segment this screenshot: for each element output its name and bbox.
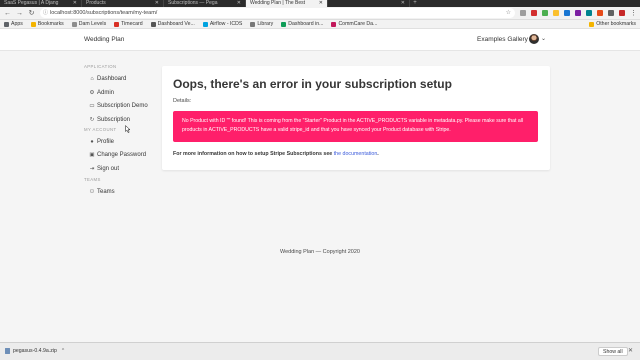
profile-icon[interactable] [619,10,625,16]
documentation-link[interactable]: the documentation [334,151,378,157]
extension-icon[interactable] [520,10,526,16]
bookmark-dashboard-ve[interactable]: Dashboard Ve... [150,21,195,27]
sidebar-item-subscription[interactable]: ↻ Subscription [84,113,159,127]
tab-title: Subscriptions — Pega [168,0,218,6]
browser-tab[interactable]: Products ✕ [82,0,164,7]
extension-icon[interactable] [586,10,592,16]
extension-icon[interactable] [564,10,570,16]
page-icon [250,21,256,27]
reload-icon[interactable]: ↻ [28,9,35,17]
sheet-icon [281,21,287,27]
page-icon [71,21,77,27]
bookmark-dam-levels[interactable]: Dam Levels [71,21,106,27]
browser-tab[interactable]: Subscriptions — Pega ✕ [164,0,246,7]
chevron-up-icon[interactable]: ^ [62,348,64,354]
star-icon [30,21,36,27]
sidebar-item-subscription-demo[interactable]: ▭ Subscription Demo [84,99,159,113]
extension-icon[interactable] [575,10,581,16]
tab-title: SaaS Pegasus | A Djang [4,0,59,6]
sidebar-item-dashboard[interactable]: ⌂ Dashboard [84,72,159,86]
download-item[interactable]: pegasus-0.4.9a.zip ^ [5,348,64,354]
brand-link[interactable]: Wedding Plan [84,36,124,43]
tab-title: Wedding Plan | The Best [250,0,306,6]
error-card: Oops, there's an error in your subscript… [162,66,550,170]
user-icon: ● [90,138,94,145]
settings-icon: ⚙ [89,89,95,96]
commcare-icon [331,21,337,27]
close-icon[interactable]: ✕ [237,0,241,7]
new-tab-icon[interactable]: + [410,0,420,7]
bookmark-bookmarks[interactable]: Bookmarks [30,21,64,27]
chevron-down-icon[interactable]: ⌄ [541,35,546,42]
timecard-icon [114,21,120,27]
examples-gallery-link[interactable]: Examples Gallery [477,36,528,43]
details-label: Details: [173,98,192,104]
sidebar-item-admin[interactable]: ⚙ Admin [84,86,159,100]
bookmark-apps[interactable]: Apps [4,21,23,27]
close-icon[interactable]: ✕ [73,0,77,7]
bookmarks-bar: Apps Bookmarks Dam Levels Timecard Dashb… [0,20,640,29]
error-message-box: No Product with ID "" found! This is com… [173,111,538,142]
browser-tab[interactable]: ✕ [328,0,410,7]
bookmark-commcare[interactable]: CommCare Da... [331,21,377,27]
sidebar-item-profile[interactable]: ● Profile [84,135,159,149]
browser-tab-active[interactable]: Wedding Plan | The Best ✕ [246,0,328,7]
airflow-icon [202,21,208,27]
extension-icon[interactable] [597,10,603,16]
more-info-text: For more information on how to setup Str… [173,151,379,157]
monitor-icon: ▭ [89,103,95,110]
bookmark-timecard[interactable]: Timecard [114,21,143,27]
sidebar-heading-teams: TEAMS [84,176,101,182]
avatar[interactable] [529,34,539,44]
extension-icon[interactable] [531,10,537,16]
page-title: Oops, there's an error in your subscript… [173,77,452,91]
tab-title: Products [86,0,106,6]
folder-icon [589,21,595,27]
browser-tab-bar: SaaS Pegasus | A Djang ✕ Products ✕ Subscr… [0,0,640,7]
more-info-suffix: . [377,151,379,157]
sidebar-item-change-password[interactable]: ▣ Change Password [84,148,159,162]
close-icon[interactable]: ✕ [628,347,633,354]
signout-icon: ⇥ [89,165,95,172]
bookmark-library[interactable]: Library [250,21,273,27]
extension-icon[interactable] [553,10,559,16]
home-icon: ⌂ [90,75,94,82]
extension-icon[interactable] [542,10,548,16]
sidebar-heading-application: APPLICATION [84,64,117,69]
sidebar: APPLICATION ⌂ Dashboard ⚙ Admin ▭ Subscript… [84,64,159,199]
users-icon: ⚇ [89,188,95,195]
mouse-cursor-icon [125,125,131,133]
sidebar-item-teams[interactable]: ⚇ Teams [84,185,159,199]
bookmark-dashboard-in[interactable]: Dashboard in... [281,21,323,27]
sidebar-heading-my-account: MY ACCOUNT [84,126,117,132]
sidebar-item-sign-out[interactable]: ⇥ Sign out [84,162,159,176]
info-icon[interactable]: ⓘ [43,8,48,18]
forward-icon[interactable]: → [16,10,23,17]
refresh-icon: ↻ [89,116,95,123]
other-bookmarks[interactable]: Other bookmarks [589,21,636,27]
globe-icon [150,21,156,27]
more-info-prefix: For more information on how to setup Str… [173,151,333,157]
url-text: localhost:8000/subscriptions/team/my-tea… [50,10,158,16]
close-icon[interactable]: ✕ [155,0,159,7]
apps-icon [4,21,9,27]
show-all-button[interactable]: Show all [598,347,628,356]
browser-tab[interactable]: SaaS Pegasus | A Djang ✕ [0,0,82,7]
url-input[interactable]: ⓘ localhost:8000/subscriptions/team/my-t… [40,8,515,18]
zip-file-icon [5,348,10,354]
browser-menu-icon[interactable]: ⋮ [630,9,637,17]
download-filename: pegasus-0.4.9a.zip [13,348,57,354]
app-navbar: Wedding Plan Examples Gallery ⌄ [0,29,640,51]
extension-icon[interactable] [608,10,614,16]
bookmark-airflow[interactable]: Airflow - ICDS [202,21,242,27]
lock-icon: ▣ [89,152,95,159]
error-message-text: No Product with ID "" found! This is com… [182,118,524,133]
page-footer: Wedding Plan — Copyright 2020 [279,249,360,255]
star-icon[interactable]: ☆ [506,8,511,18]
back-icon[interactable]: ← [4,10,11,17]
downloads-bar: pegasus-0.4.9a.zip ^ Show all ✕ [0,342,640,360]
close-icon[interactable]: ✕ [319,0,323,7]
close-icon[interactable]: ✕ [401,0,405,7]
address-bar-row: ← → ↻ ⓘ localhost:8000/subscriptions/tea… [0,7,640,20]
